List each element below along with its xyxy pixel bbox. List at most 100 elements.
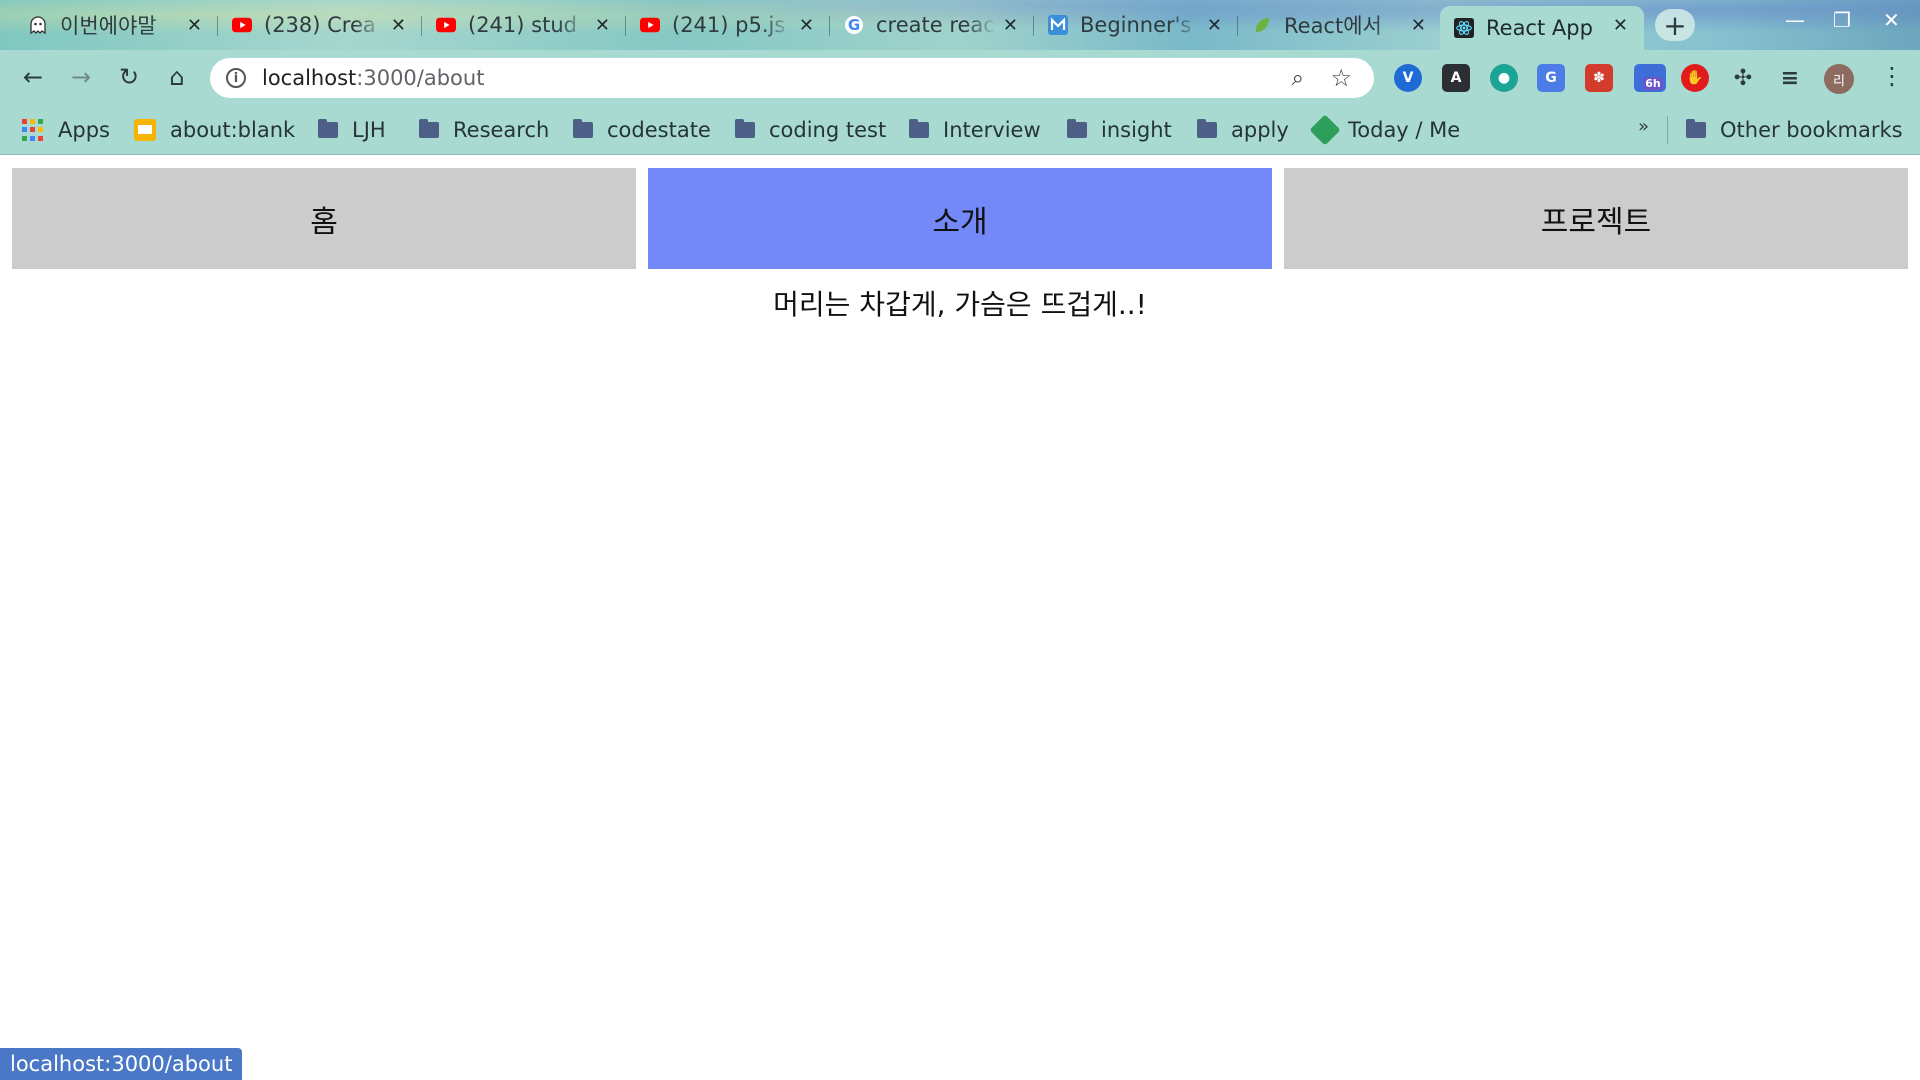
tab-4[interactable]: (241) p5.js ✕ [626, 6, 830, 44]
bookmark-apps[interactable]: Apps [22, 115, 110, 145]
address-url[interactable]: localhost:3000/about [262, 66, 484, 90]
bookmark-label: about:blank [170, 118, 296, 142]
new-tab-button[interactable]: + [1655, 8, 1695, 42]
tab-3[interactable]: (241) stud ✕ [422, 6, 626, 44]
close-icon[interactable]: ✕ [1207, 15, 1222, 36]
ghost-icon [28, 15, 48, 35]
diamond-icon [1309, 114, 1341, 146]
page-icon [134, 119, 156, 141]
apps-grid-icon [22, 119, 44, 141]
bookmark-label: Interview [943, 118, 1041, 142]
link-status-bar: localhost:3000/about [0, 1048, 243, 1080]
folder-icon [1686, 119, 1706, 138]
back-icon[interactable]: ← [18, 62, 48, 92]
folder-icon [573, 119, 593, 138]
bookmark-label: LJH [352, 118, 386, 142]
tab-5[interactable]: G create reac ✕ [830, 6, 1034, 44]
bookmark-label: Other bookmarks [1720, 118, 1903, 142]
media-queue-icon[interactable]: ≡ [1776, 64, 1804, 92]
bookmark-other[interactable]: Other bookmarks [1686, 115, 1903, 145]
extension-stop-icon[interactable]: ✋ [1681, 64, 1709, 92]
close-icon[interactable]: ✕ [1411, 15, 1426, 36]
site-nav: 홈 소개 프로젝트 [12, 168, 1908, 269]
info-icon[interactable]: i [226, 68, 246, 88]
tab-title: (241) p5.js [672, 13, 786, 37]
extension-a-icon[interactable]: A [1442, 64, 1470, 92]
tab-7[interactable]: React에서 ✕ [1238, 6, 1442, 44]
extension-shield-icon[interactable]: V [1394, 64, 1422, 92]
tab-title: Beginner's [1080, 13, 1192, 37]
close-icon[interactable]: ✕ [1613, 15, 1628, 36]
close-icon[interactable]: ✕ [187, 15, 202, 36]
youtube-icon [232, 15, 252, 35]
react-icon [1454, 18, 1474, 38]
nav-home-button[interactable]: 홈 [12, 168, 636, 269]
folder-icon [419, 119, 439, 138]
bookmark-folder-coding-test[interactable]: coding test [735, 115, 886, 145]
tab-title: (241) stud [468, 13, 577, 37]
tab-title: (238) Crea [264, 13, 376, 37]
tab-title: React에서 [1284, 14, 1382, 38]
nav-about-button[interactable]: 소개 [648, 168, 1272, 269]
home-icon[interactable]: ⌂ [162, 62, 192, 92]
bookmark-today-me[interactable]: Today / Me [1309, 114, 1460, 146]
svg-text:G: G [848, 16, 860, 34]
m-icon [1048, 15, 1068, 35]
tab-1[interactable]: 이번에야말 ✕ [14, 6, 218, 44]
bookmark-folder-research[interactable]: Research [419, 115, 549, 145]
folder-icon [735, 119, 755, 138]
plus-icon: + [1663, 8, 1687, 42]
tab-title: 이번에야말 [60, 14, 157, 38]
tab-strip: 이번에야말 ✕ (238) Crea ✕ (241) stud ✕ (241) … [0, 0, 1920, 50]
leaf-icon [1252, 15, 1272, 35]
tab-title: create reac [876, 13, 995, 37]
bookmarks-bar: Apps about:blank LJH Research codestate … [0, 105, 1920, 155]
nav-projects-button[interactable]: 프로젝트 [1284, 168, 1908, 269]
extensions-puzzle-icon[interactable]: ✣ [1729, 64, 1757, 92]
folder-icon [1067, 119, 1087, 138]
tab-title: React App [1486, 16, 1593, 40]
forward-icon[interactable]: → [66, 62, 96, 92]
avatar[interactable]: 리 [1824, 64, 1854, 94]
url-path: :3000/about [356, 66, 485, 90]
bookmark-folder-apply[interactable]: apply [1197, 115, 1289, 145]
chevron-double-right-icon[interactable]: » [1638, 116, 1649, 137]
google-icon: G [844, 15, 864, 35]
bookmark-star-icon[interactable]: ☆ [1330, 64, 1352, 92]
youtube-icon [640, 15, 660, 35]
extension-timer-icon[interactable]: 6h [1634, 64, 1666, 92]
url-host: localhost [262, 66, 357, 90]
zoom-icon[interactable]: ⌕ [1292, 66, 1304, 91]
kebab-menu-icon[interactable]: ⋮ [1880, 62, 1904, 90]
bookmark-folder-interview[interactable]: Interview [909, 115, 1041, 145]
tab-6[interactable]: Beginner's ✕ [1034, 6, 1238, 44]
bookmark-folder-codestate[interactable]: codestate [573, 115, 711, 145]
extension-circle-icon[interactable]: ● [1490, 64, 1518, 92]
close-icon[interactable]: ✕ [799, 15, 814, 36]
close-icon[interactable]: ✕ [391, 15, 406, 36]
browser-toolbar: ← → ↻ ⌂ i localhost:3000/about ⌕ ☆ V A ●… [0, 50, 1920, 105]
bookmark-label: codestate [607, 118, 711, 142]
minimize-icon[interactable]: — [1785, 8, 1805, 32]
close-icon[interactable]: ✕ [1003, 15, 1018, 36]
folder-icon [1197, 119, 1217, 138]
bookmark-folder-insight[interactable]: insight [1067, 115, 1172, 145]
extension-paw-icon[interactable]: ✽ [1585, 64, 1613, 92]
bookmark-label: Apps [58, 118, 110, 142]
extension-badge: 6h [1643, 76, 1663, 90]
bookmark-label: Research [453, 118, 550, 142]
bookmark-label: apply [1231, 118, 1289, 142]
bookmark-about-blank[interactable]: about:blank [134, 115, 295, 145]
reload-icon[interactable]: ↻ [114, 62, 144, 92]
bookmarks-divider [1667, 116, 1668, 144]
restore-icon[interactable]: ❐ [1833, 8, 1851, 32]
bookmark-folder-ljh[interactable]: LJH [318, 115, 386, 145]
folder-icon [318, 119, 338, 138]
close-icon[interactable]: ✕ [595, 15, 610, 36]
folder-icon [909, 119, 929, 138]
address-bar[interactable]: i localhost:3000/about ⌕ ☆ [210, 58, 1374, 98]
extension-translate-icon[interactable]: G [1537, 64, 1565, 92]
tab-2[interactable]: (238) Crea ✕ [218, 6, 422, 44]
tab-active[interactable]: React App ✕ [1440, 6, 1644, 50]
window-close-icon[interactable]: ✕ [1883, 8, 1900, 32]
